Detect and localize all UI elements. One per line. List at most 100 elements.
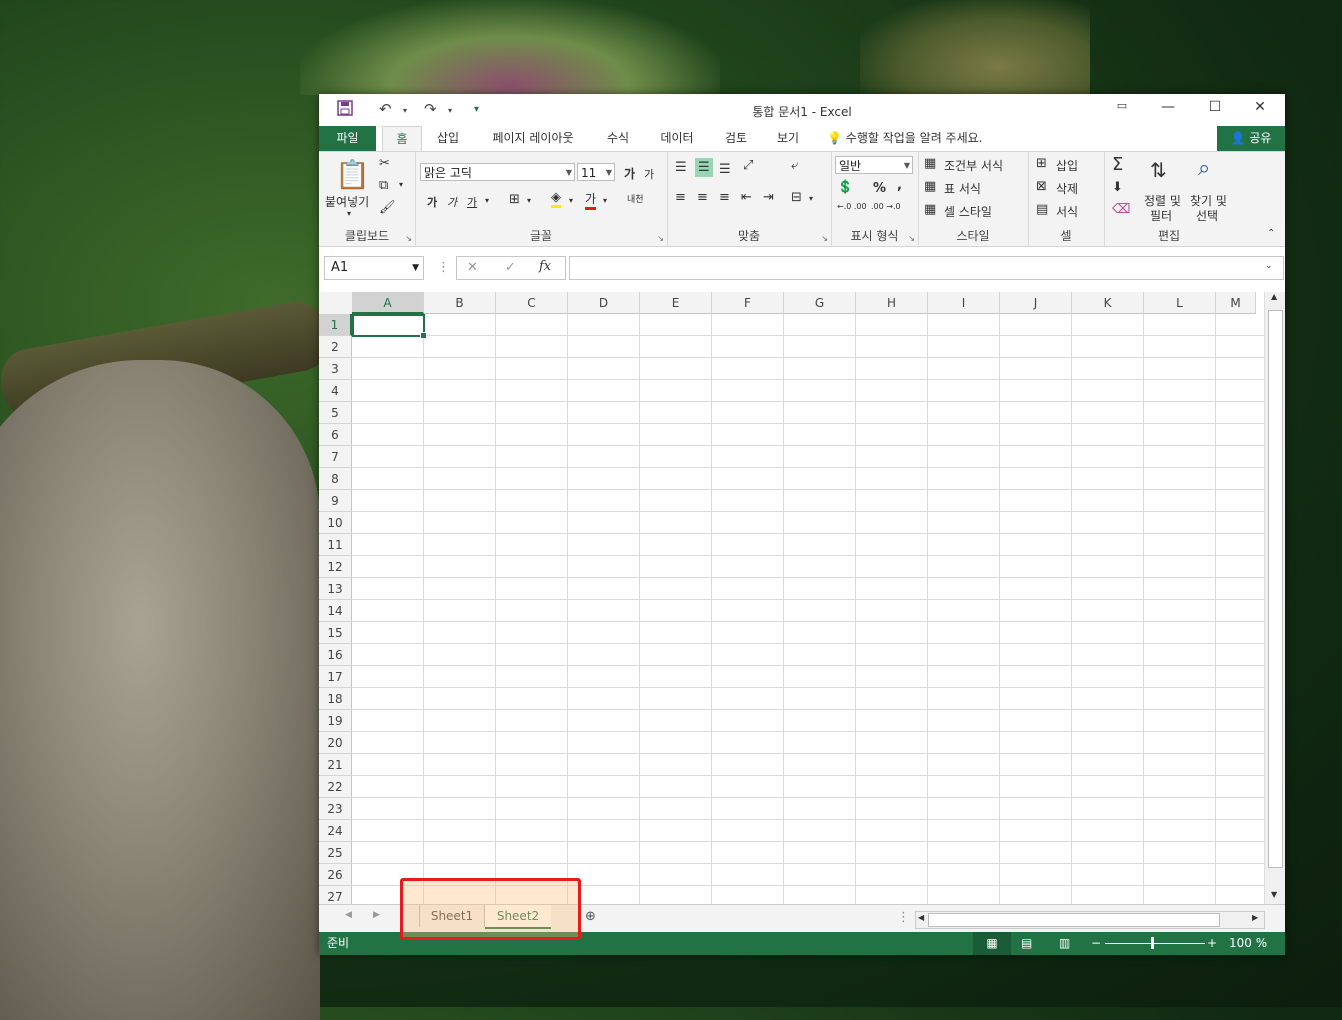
row-header-9[interactable]: 9 [319,490,352,512]
copy-icon[interactable]: ⧉ [379,178,388,193]
column-header-k[interactable]: K [1072,292,1144,314]
page-layout-view-icon[interactable]: ▤ [1021,932,1032,955]
cancel-icon[interactable]: ✕ [467,260,478,275]
row-header-20[interactable]: 20 [319,732,352,754]
horizontal-scrollbar[interactable]: ◀ ▶ [915,911,1265,929]
tab-data[interactable]: 데이터 [652,126,702,151]
fill-color-icon[interactable]: ◈ [551,190,561,208]
scroll-left-icon[interactable]: ◀ [918,913,924,922]
horizontal-scroll-thumb[interactable] [928,913,1220,927]
decrease-decimal-button[interactable]: .00 →.0 [871,202,901,211]
row-header-11[interactable]: 11 [319,534,352,556]
chevron-down-icon[interactable]: ▾ [399,180,403,189]
increase-indent-icon[interactable]: ⇥ [763,190,774,205]
column-header-a[interactable]: A [352,292,424,314]
align-center-icon[interactable]: ≡ [697,190,708,205]
page-break-view-icon[interactable]: ▥ [1059,932,1070,955]
row-header-2[interactable]: 2 [319,336,352,358]
underline-button[interactable]: 가 [467,194,477,210]
tab-formulas[interactable]: 수식 [597,126,639,151]
font-name-combo[interactable]: 맑은 고딕 ▼ [420,163,575,181]
format-cells-button[interactable]: 서식 [1056,203,1078,220]
find-select-label-2[interactable]: 선택 [1196,207,1218,224]
cell-area[interactable] [352,314,1264,904]
borders-icon[interactable]: ⊞ [509,192,520,207]
bold-button[interactable]: 가 [427,194,437,210]
ribbon-display-options-icon[interactable]: ▭ [1107,99,1137,121]
row-header-15[interactable]: 15 [319,622,352,644]
maximize-button[interactable]: ☐ [1200,99,1230,121]
zoom-in-icon[interactable]: + [1207,932,1217,955]
row-header-19[interactable]: 19 [319,710,352,732]
name-box[interactable]: A1 ▼ [324,256,424,280]
clear-icon[interactable]: ⌫ [1112,202,1130,217]
chevron-down-icon[interactable]: ▾ [485,196,489,205]
row-header-5[interactable]: 5 [319,402,352,424]
dialog-launcher-icon[interactable]: ↘ [821,234,828,243]
row-header-17[interactable]: 17 [319,666,352,688]
row-header-23[interactable]: 23 [319,798,352,820]
tab-file[interactable]: 파일 [319,126,376,151]
vertical-scrollbar[interactable]: ▲ ▼ [1264,292,1285,904]
column-header-m[interactable]: M [1216,292,1256,314]
column-header-l[interactable]: L [1144,292,1216,314]
format-as-table-button[interactable]: 표 서식 [944,180,981,197]
row-header-8[interactable]: 8 [319,468,352,490]
tab-home[interactable]: 홈 [382,126,422,152]
dialog-launcher-icon[interactable]: ↘ [908,234,915,243]
row-header-6[interactable]: 6 [319,424,352,446]
number-format-combo[interactable]: 일반 ▼ [835,156,913,174]
row-header-18[interactable]: 18 [319,688,352,710]
autosum-button[interactable]: Σ [1112,154,1123,175]
minimize-button[interactable]: — [1153,99,1183,121]
row-header-25[interactable]: 25 [319,842,352,864]
zoom-level[interactable]: 100 % [1229,932,1267,955]
scroll-up-icon[interactable]: ▲ [1271,292,1277,301]
column-header-i[interactable]: I [928,292,1000,314]
orientation-icon[interactable]: ⤢ [743,158,753,173]
align-top-icon[interactable]: ☰ [675,160,687,175]
tell-me-box[interactable]: 💡 수행할 작업을 알려 주세요. [827,126,997,151]
scroll-right-icon[interactable]: ▶ [1252,913,1258,922]
row-header-10[interactable]: 10 [319,512,352,534]
shrink-font-button[interactable]: 가 [644,166,654,182]
column-header-f[interactable]: F [712,292,784,314]
sort-filter-label-2[interactable]: 필터 [1150,207,1172,224]
delete-cells-button[interactable]: 삭제 [1056,180,1078,197]
row-header-27[interactable]: 27 [319,886,352,904]
tab-review[interactable]: 검토 [715,126,757,151]
zoom-slider[interactable] [1105,943,1205,944]
row-header-1[interactable]: 1 [319,314,352,336]
format-painter-icon[interactable]: 🖌 [379,200,396,215]
dialog-launcher-icon[interactable]: ↘ [657,234,664,243]
font-color-button[interactable]: 가 [585,190,597,210]
prev-sheet-icon[interactable]: ◀ [345,910,352,920]
column-header-c[interactable]: C [496,292,568,314]
insert-cells-button[interactable]: 삽입 [1056,157,1078,174]
align-bottom-icon[interactable]: ☰ [719,162,731,177]
wrap-text-icon[interactable]: ⤶ [791,158,798,173]
chevron-down-icon[interactable]: ▾ [603,196,607,205]
column-header-g[interactable]: G [784,292,856,314]
chevron-down-icon[interactable]: ▾ [809,194,813,203]
row-header-13[interactable]: 13 [319,578,352,600]
grow-font-button[interactable]: 가 [624,165,635,182]
column-header-e[interactable]: E [640,292,712,314]
expand-formula-bar-icon[interactable]: ⌄ [1265,261,1273,271]
chevron-down-icon[interactable]: ▾ [527,196,531,205]
enter-icon[interactable]: ✓ [505,260,516,275]
zoom-out-icon[interactable]: − [1091,932,1101,955]
share-button[interactable]: 👤 공유 [1217,126,1285,151]
tab-page-layout[interactable]: 페이지 레이아웃 [479,126,587,151]
paste-button[interactable]: 붙여넣기 [325,193,369,210]
tab-view[interactable]: 보기 [769,126,807,151]
collapse-ribbon-icon[interactable]: ⌃ [1267,228,1275,239]
vertical-scroll-thumb[interactable] [1268,310,1283,868]
row-header-3[interactable]: 3 [319,358,352,380]
row-header-22[interactable]: 22 [319,776,352,798]
fill-icon[interactable]: ⬇ [1112,180,1123,195]
chevron-down-icon[interactable]: ▾ [569,196,573,205]
normal-view-icon[interactable]: ▦ [973,932,1011,955]
new-sheet-icon[interactable]: ⊕ [585,909,596,924]
next-sheet-icon[interactable]: ▶ [373,910,380,920]
